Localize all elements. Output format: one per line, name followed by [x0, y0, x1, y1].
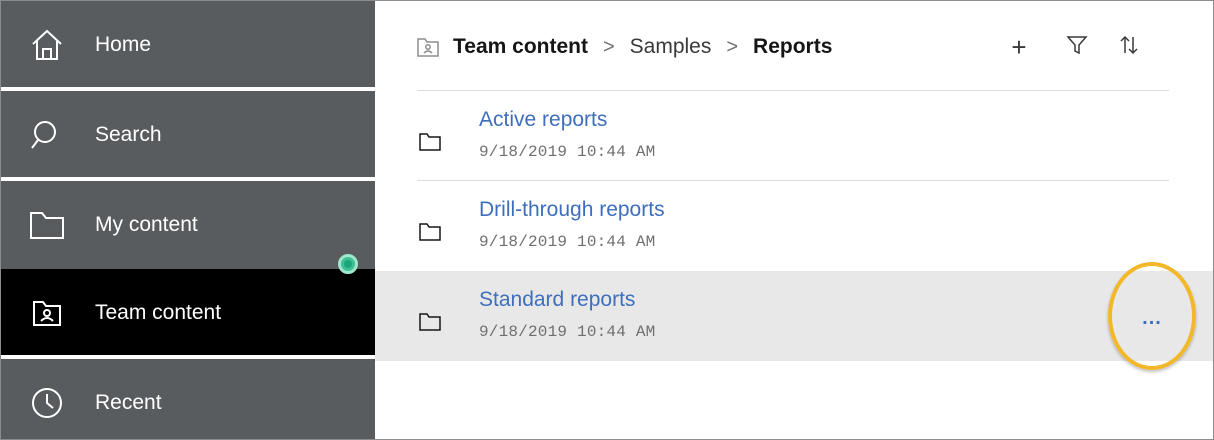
list-item-title[interactable]: Active reports — [479, 108, 607, 132]
main-panel: Team content > Samples > Reports + Activ… — [375, 1, 1213, 439]
breadcrumb-separator: > — [726, 35, 739, 58]
folder-icon — [419, 313, 441, 331]
sidebar-item-label: Search — [95, 123, 162, 146]
list-item-title[interactable]: Drill-through reports — [479, 198, 665, 222]
filter-button[interactable] — [1061, 31, 1093, 63]
sort-button[interactable] — [1113, 31, 1145, 63]
breadcrumb-separator: > — [602, 35, 615, 58]
sidebar-item-label: My content — [95, 213, 198, 236]
team-folder-icon — [417, 36, 439, 58]
list-item-date: 9/18/2019 10:44 AM — [479, 323, 656, 341]
breadcrumb-team-content[interactable]: Team content — [453, 35, 588, 59]
list-item-title[interactable]: Standard reports — [479, 288, 635, 312]
folder-icon — [27, 205, 67, 245]
list-item[interactable]: Active reports 9/18/2019 10:44 AM — [375, 91, 1213, 181]
sidebar-item-my-content[interactable]: My content — [1, 181, 375, 269]
list-item-date: 9/18/2019 10:44 AM — [479, 233, 656, 251]
notification-dot — [338, 254, 358, 274]
sidebar-item-label: Home — [95, 33, 152, 56]
breadcrumb-samples[interactable]: Samples — [630, 35, 712, 59]
search-icon — [27, 115, 67, 155]
sidebar-item-search[interactable]: Search — [1, 91, 375, 179]
home-icon — [27, 25, 67, 65]
sidebar-item-label: Recent — [95, 391, 162, 414]
add-button[interactable]: + — [1003, 31, 1035, 63]
folder-icon — [419, 133, 441, 151]
more-actions-button[interactable]: ... — [1131, 303, 1173, 333]
clock-icon — [27, 383, 67, 423]
folder-icon — [419, 223, 441, 241]
sidebar: Home Search My content Team content Rece… — [1, 1, 375, 439]
breadcrumb: Team content > Samples > Reports — [417, 29, 832, 65]
list-item-selected[interactable]: Standard reports 9/18/2019 10:44 AM ... — [375, 271, 1213, 361]
sort-icon — [1118, 34, 1140, 61]
list-item-date: 9/18/2019 10:44 AM — [479, 143, 656, 161]
app-window: Home Search My content Team content Rece… — [0, 0, 1214, 440]
sidebar-item-home[interactable]: Home — [1, 1, 375, 89]
list-item[interactable]: Drill-through reports 9/18/2019 10:44 AM — [375, 181, 1213, 271]
breadcrumb-reports: Reports — [753, 35, 833, 58]
sidebar-item-label: Team content — [95, 301, 222, 324]
sidebar-item-recent[interactable]: Recent — [1, 359, 375, 439]
filter-icon — [1066, 34, 1088, 61]
sidebar-item-team-content[interactable]: Team content — [1, 269, 375, 357]
team-folder-icon — [27, 293, 67, 333]
